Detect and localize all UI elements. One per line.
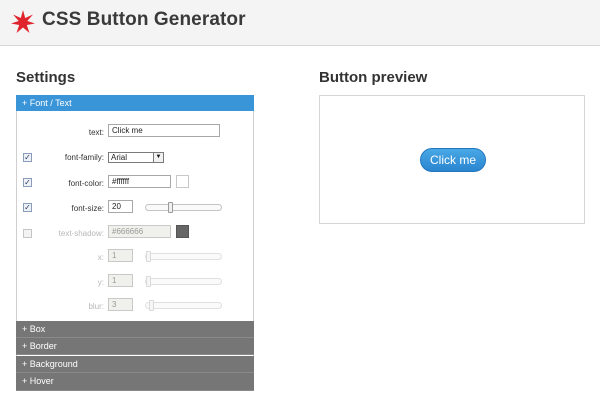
text-shadow-input[interactable]: #666666 [108, 225, 171, 238]
x-slider-thumb[interactable] [146, 251, 151, 262]
chevron-down-icon: ▼ [153, 153, 163, 162]
font-color-label: font-color: [68, 179, 104, 188]
y-slider[interactable] [145, 276, 222, 287]
text-shadow-swatch[interactable] [176, 225, 189, 238]
font-size-label: font-size: [71, 204, 104, 213]
text-shadow-label: text-shadow: [58, 229, 104, 238]
blur-input[interactable]: 3 [108, 298, 133, 311]
app-title: CSS Button Generator [42, 9, 246, 30]
font-color-input[interactable]: #ffffff [108, 175, 171, 188]
font-color-swatch[interactable] [176, 175, 189, 188]
y-input[interactable]: 1 [108, 274, 133, 287]
font-family-label: font-family: [64, 153, 104, 162]
accordion-background[interactable]: + Background [16, 356, 254, 373]
font-family-select[interactable]: Arial ▼ [108, 152, 164, 163]
font-size-slider[interactable] [145, 202, 222, 213]
accordion-border[interactable]: + Border [16, 338, 254, 355]
font-size-slider-thumb[interactable] [168, 202, 173, 213]
blur-label: blur: [88, 302, 104, 311]
blur-slider[interactable] [145, 300, 222, 311]
y-label: y: [97, 278, 104, 287]
accordion-hover[interactable]: + Hover [16, 373, 254, 391]
preview-button[interactable]: Click me [420, 148, 486, 172]
preview-title: Button preview [319, 69, 428, 86]
font-family-value: Arial [111, 153, 128, 162]
accordion-font-text[interactable]: + Font / Text [16, 95, 254, 111]
app-header: CSS Button Generator [0, 0, 600, 46]
text-label: text: [88, 128, 104, 137]
accordion-box[interactable]: + Box [16, 321, 254, 338]
y-slider-thumb[interactable] [146, 276, 151, 287]
red-star-logo-icon [11, 10, 35, 33]
text-input[interactable]: Click me [108, 124, 220, 137]
settings-title: Settings [16, 69, 76, 86]
x-label: x: [97, 253, 104, 262]
x-input[interactable]: 1 [108, 249, 133, 262]
x-slider[interactable] [145, 251, 222, 262]
font-size-input[interactable]: 20 [108, 200, 133, 213]
blur-slider-thumb[interactable] [149, 300, 154, 311]
